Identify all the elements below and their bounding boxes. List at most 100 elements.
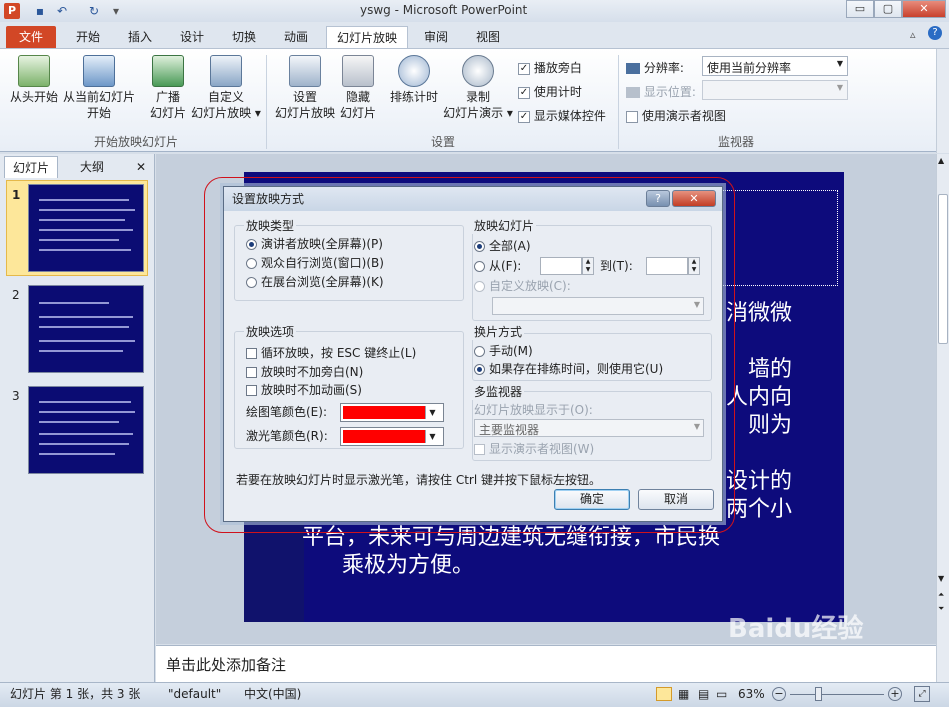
slide-show-view-icon[interactable]: ▭ (716, 683, 727, 705)
monitor-icon (626, 87, 640, 98)
record-icon (462, 55, 494, 87)
tab-view[interactable]: 视图 (466, 26, 510, 48)
zoom-out-icon[interactable]: − (772, 687, 786, 701)
resolution-value: 使用当前分辨率 (707, 61, 792, 75)
checked-icon: ✓ (518, 62, 530, 75)
from-beginning-button[interactable]: 从头开始 (8, 55, 60, 127)
checked-icon: ✓ (518, 110, 530, 123)
record-label-2: 幻灯片演示 ▾ (443, 106, 513, 120)
show-on-dropdown[interactable]: ▼ (702, 80, 848, 100)
previous-slide-icon[interactable]: ⏶ (938, 590, 944, 600)
zoom-slider-thumb[interactable] (815, 687, 822, 701)
save-icon[interactable]: ▪ (32, 3, 48, 19)
presenter-view-checkbox[interactable]: 使用演示者视图 (626, 107, 726, 124)
scroll-down-icon[interactable]: ▼ (938, 574, 944, 583)
powerpoint-app-icon[interactable]: P (4, 3, 20, 19)
notes-pane[interactable]: 单击此处添加备注 (156, 645, 936, 682)
help-icon[interactable]: ? (928, 26, 942, 40)
from-beginning-label: 从头开始 (9, 90, 58, 104)
slide-thumbnail-3[interactable] (28, 386, 144, 474)
show-media-controls-label: 显示媒体控件 (533, 109, 606, 123)
monitor-icon (626, 63, 640, 74)
tab-outline[interactable]: 大纲 (72, 156, 112, 178)
set-up-slide-show-button[interactable]: 设置 幻灯片放映 (272, 55, 338, 127)
hide-slide-icon (342, 55, 374, 87)
from-current-label-2: 开始 (86, 106, 111, 120)
tab-home[interactable]: 开始 (66, 26, 110, 48)
record-slide-show-button[interactable]: 录制 幻灯片演示 ▾ (442, 55, 514, 127)
group-separator (618, 55, 619, 149)
from-current-label-1: 从当前幻灯片 (62, 90, 135, 104)
redo-icon[interactable]: ↻ (86, 3, 102, 19)
use-timings-checkbox[interactable]: ✓ 使用计时 (518, 83, 582, 100)
next-slide-icon[interactable]: ⏷ (938, 604, 944, 614)
broadcast-slide-show-button[interactable]: 广播 幻灯片 (146, 55, 190, 127)
normal-view-icon[interactable] (656, 687, 672, 701)
zoom-level[interactable]: 63% (738, 683, 765, 705)
ribbon: 从头开始 从当前幻灯片 开始 广播 幻灯片 自定义 幻灯片放映 ▾ 开始放映幻灯… (0, 48, 949, 153)
group-label-setup: 设置 (430, 135, 455, 149)
highlight-annotation (204, 177, 735, 533)
broadcast-icon (152, 55, 184, 87)
tab-slide-show[interactable]: 幻灯片放映 (326, 26, 409, 48)
tab-file[interactable]: 文件 (6, 26, 56, 48)
slide-sorter-icon[interactable]: ▦ (678, 683, 689, 705)
close-panel-icon[interactable]: ✕ (128, 156, 154, 178)
slide-text-line: 乘极为方便。 (342, 553, 475, 578)
play-from-start-icon (18, 55, 50, 87)
unchecked-icon (626, 110, 638, 123)
slides-panel: 幻灯片 大纲 ✕ 1 2 3 (0, 154, 155, 682)
resolution-dropdown[interactable]: 使用当前分辨率 ▼ (702, 56, 848, 76)
custom-show-icon (210, 55, 242, 87)
setup-label-2: 幻灯片放映 (274, 106, 335, 120)
minimize-ribbon-icon[interactable]: ▵ (910, 28, 916, 41)
zoom-slider[interactable] (790, 694, 884, 695)
hide-slide-button[interactable]: 隐藏 幻灯片 (338, 55, 378, 127)
custom-slide-show-button[interactable]: 自定义 幻灯片放映 ▾ (190, 55, 262, 127)
presenter-view-label: 使用演示者视图 (641, 109, 726, 123)
from-current-slide-button[interactable]: 从当前幻灯片 开始 (62, 55, 136, 127)
minimize-button[interactable]: ▭ (846, 0, 874, 18)
play-narrations-checkbox[interactable]: ✓ 播放旁白 (518, 59, 582, 76)
fit-to-window-icon[interactable]: ⤢ (914, 686, 930, 702)
reading-view-icon[interactable]: ▤ (698, 683, 709, 705)
custom-label-2: 幻灯片放映 ▾ (191, 106, 261, 120)
title-bar: P ▪ ↶ ↻ ▾ yswg - Microsoft PowerPoint ▭ … (0, 0, 949, 22)
broadcast-label-1: 广播 (155, 90, 180, 104)
window-title: yswg - Microsoft PowerPoint (360, 3, 528, 17)
group-separator (266, 55, 267, 149)
tab-insert[interactable]: 插入 (118, 26, 162, 48)
setup-label-1: 设置 (292, 90, 317, 104)
undo-icon[interactable]: ↶ (54, 3, 70, 19)
scroll-up-icon[interactable]: ▲ (938, 156, 944, 165)
show-media-controls-checkbox[interactable]: ✓ 显示媒体控件 (518, 107, 606, 124)
record-label-1: 录制 (465, 90, 490, 104)
slide-thumbnail-2[interactable] (28, 285, 144, 373)
scroll-thumb[interactable] (938, 194, 948, 344)
maximize-button[interactable]: ▢ (874, 0, 902, 18)
ribbon-scrollbar[interactable] (936, 49, 949, 153)
play-from-current-icon (83, 55, 115, 87)
tab-slides[interactable]: 幻灯片 (4, 156, 59, 178)
tab-design[interactable]: 设计 (170, 26, 214, 48)
rehearse-timings-button[interactable]: 排练计时 (386, 55, 442, 127)
custom-label-1: 自定义 (207, 90, 244, 104)
stopwatch-icon (398, 55, 430, 87)
use-timings-label: 使用计时 (533, 85, 582, 99)
show-on-label-row: 显示位置: (626, 83, 696, 100)
vertical-scrollbar[interactable]: ▲ ▼ ⏶ ⏷ (936, 154, 949, 682)
customize-qat-icon[interactable]: ▾ (108, 3, 124, 19)
tab-transitions[interactable]: 切换 (222, 26, 266, 48)
tab-review[interactable]: 审阅 (414, 26, 458, 48)
slide-number: 3 (12, 389, 20, 403)
language-status[interactable]: 中文(中国) (244, 683, 301, 705)
rehearse-label: 排练计时 (389, 90, 438, 104)
zoom-in-icon[interactable]: + (888, 687, 902, 701)
play-narrations-label: 播放旁白 (533, 61, 582, 75)
tab-animations[interactable]: 动画 (274, 26, 318, 48)
status-bar: 幻灯片 第 1 张，共 3 张 "default" 中文(中国) ▦ ▤ ▭ 6… (0, 682, 949, 707)
slide-thumbnail-1[interactable] (28, 184, 144, 272)
hide-label-1: 隐藏 (345, 90, 370, 104)
theme-name-status[interactable]: "default" (168, 683, 221, 705)
close-window-button[interactable]: ✕ (902, 0, 946, 18)
